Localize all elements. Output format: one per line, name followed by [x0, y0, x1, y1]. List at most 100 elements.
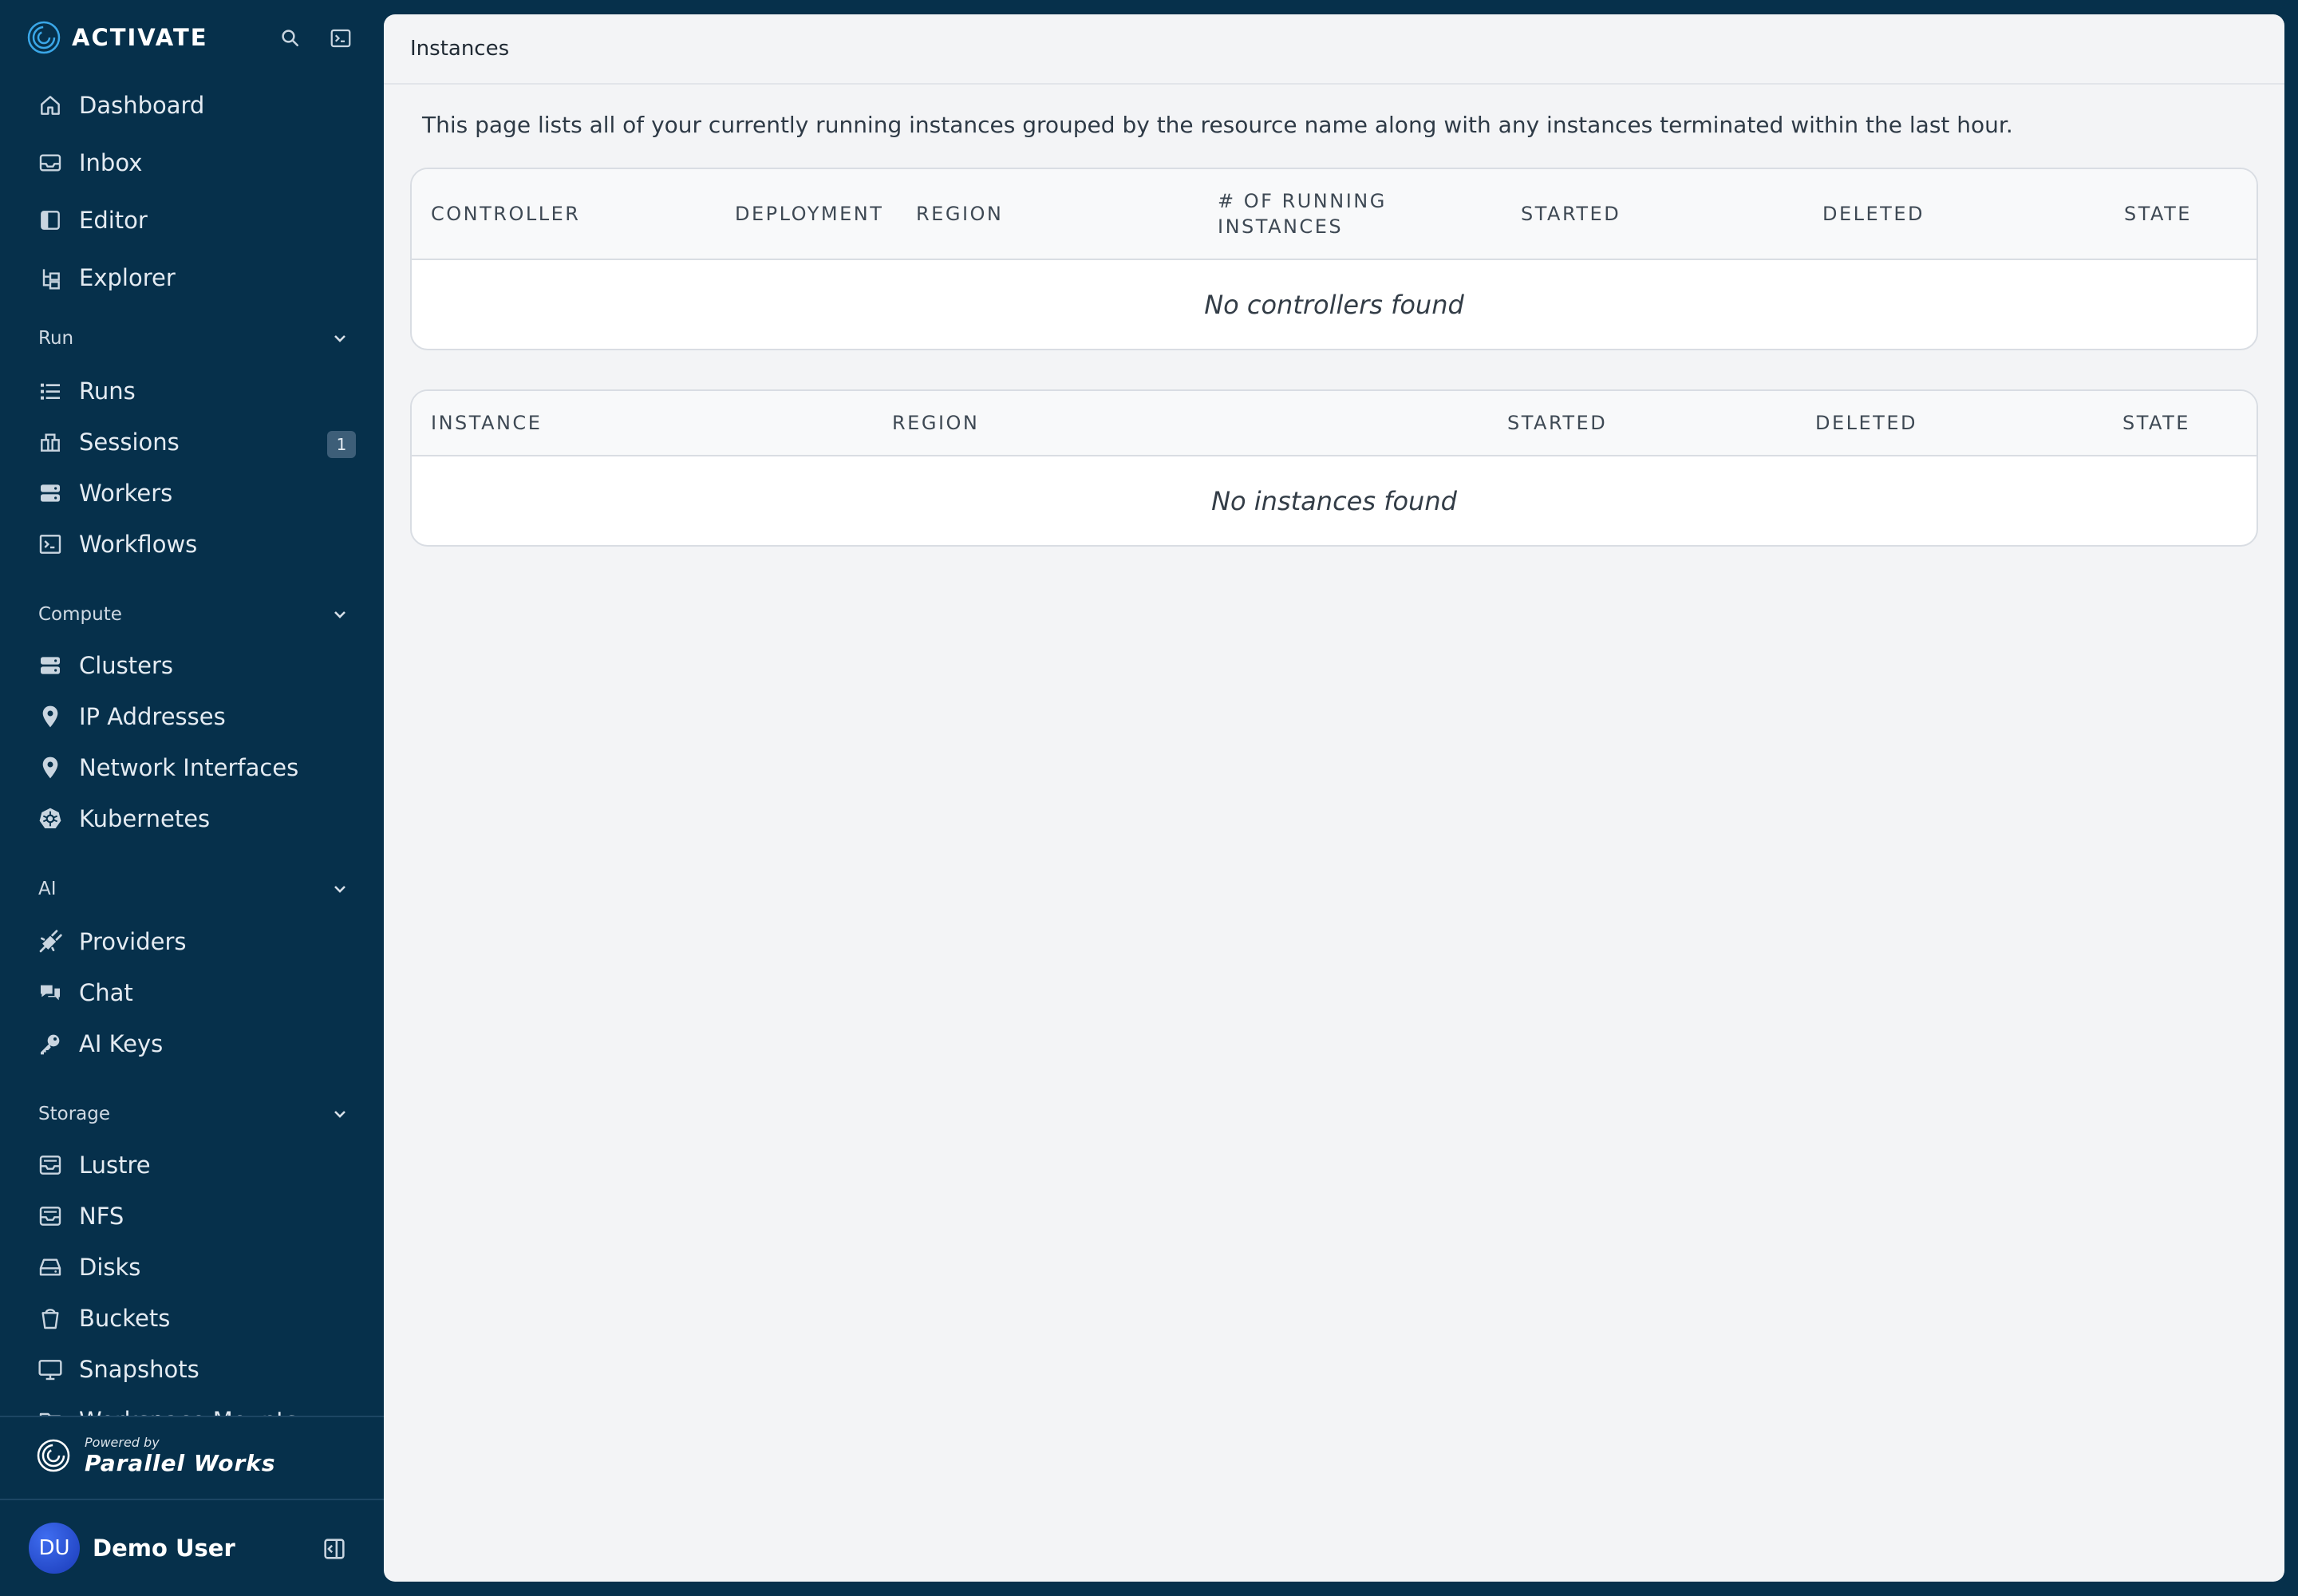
- terminal-icon: [37, 531, 64, 558]
- sidebar-divider: [0, 1416, 384, 1417]
- section-label: Storage: [38, 1104, 110, 1124]
- nav-item-explorer[interactable]: Explorer: [37, 255, 356, 300]
- column-header-region[interactable]: REGION: [892, 410, 979, 436]
- column-header-state[interactable]: STATE: [2124, 201, 2192, 227]
- nav-item-snapshots[interactable]: Snapshots: [37, 1347, 356, 1392]
- search-icon[interactable]: [276, 24, 305, 53]
- nav-item-label: NFS: [79, 1203, 124, 1230]
- nav-item-providers[interactable]: Providers: [37, 919, 356, 964]
- powered-by-label: Powered by: [85, 1435, 160, 1450]
- page-header: Instances: [384, 14, 2284, 85]
- nav-item-label: AI Keys: [79, 1030, 164, 1057]
- section-label: Compute: [38, 604, 122, 625]
- nav-item-network-interfaces[interactable]: Network Interfaces: [37, 745, 356, 790]
- nav-item-label: Kubernetes: [79, 805, 211, 832]
- nav-item-inbox[interactable]: Inbox: [37, 140, 356, 185]
- column-header-deployment[interactable]: DEPLOYMENT: [735, 201, 883, 227]
- column-header-running-instances[interactable]: # OF RUNNING INSTANCES: [1218, 188, 1401, 239]
- section-label: AI: [38, 879, 57, 899]
- nav-item-runs[interactable]: Runs: [37, 369, 356, 413]
- activate-logo-icon: [27, 21, 61, 54]
- nav-item-label: Disks: [79, 1254, 141, 1281]
- nav-item-label: Workflows: [79, 531, 198, 558]
- table-header: CONTROLLER DEPLOYMENT REGION # OF RUNNIN…: [412, 169, 2257, 260]
- column-header-instance[interactable]: INSTANCE: [431, 410, 542, 436]
- main-content: Instances This page lists all of your cu…: [384, 14, 2284, 1582]
- nav-item-chat[interactable]: Chat: [37, 970, 356, 1015]
- nav-item-ip-addresses[interactable]: IP Addresses: [37, 694, 356, 739]
- brand[interactable]: ACTIVATE: [27, 21, 208, 54]
- column-header-started[interactable]: STARTED: [1507, 410, 1607, 436]
- nav-item-clusters[interactable]: Clusters: [37, 643, 356, 688]
- key-icon: [37, 1030, 64, 1057]
- sidebar: ACTIVATE Dashboard Inbox Editor Explorer…: [0, 0, 384, 1596]
- user-name: Demo User: [93, 1535, 235, 1562]
- section-run-toggle[interactable]: Run: [38, 322, 349, 354]
- controllers-table: CONTROLLER DEPLOYMENT REGION # OF RUNNIN…: [410, 168, 2258, 350]
- nav-item-editor[interactable]: Editor: [37, 198, 356, 243]
- nav-item-label: Chat: [79, 979, 133, 1006]
- plug-icon: [37, 928, 64, 955]
- archive-tray-icon: [37, 1152, 64, 1179]
- sidebar-divider: [0, 1499, 384, 1500]
- nav-item-dashboard[interactable]: Dashboard: [37, 83, 356, 128]
- nav-item-label: Lustre: [79, 1152, 151, 1179]
- section-compute-toggle[interactable]: Compute: [38, 598, 349, 630]
- nav-item-label: Dashboard: [79, 92, 205, 119]
- bucket-icon: [37, 1305, 64, 1332]
- nav-item-nfs[interactable]: NFS: [37, 1194, 356, 1238]
- nav-item-label: Buckets: [79, 1305, 171, 1332]
- kubernetes-icon: [37, 805, 64, 832]
- column-header-state[interactable]: STATE: [2122, 410, 2190, 436]
- instances-table: INSTANCE REGION STARTED DELETED STATE No…: [410, 389, 2258, 547]
- nav-item-workspace-mounts[interactable]: Workspace Mounts: [37, 1398, 356, 1416]
- brand-name: ACTIVATE: [72, 24, 208, 51]
- nav-item-label: IP Addresses: [79, 703, 226, 730]
- editor-icon: [37, 207, 64, 234]
- nav-item-label: Inbox: [79, 149, 143, 176]
- tree-icon: [37, 264, 64, 291]
- nav-item-workers[interactable]: Workers: [37, 471, 356, 516]
- nav-item-label: Network Interfaces: [79, 754, 299, 781]
- column-header-deleted[interactable]: DELETED: [1815, 410, 1917, 436]
- map-pin-icon: [37, 703, 64, 730]
- chevron-down-icon: [334, 1111, 345, 1118]
- nav-item-label: Workers: [79, 480, 173, 507]
- column-header-started[interactable]: STARTED: [1521, 201, 1621, 227]
- nav-item-ai-keys[interactable]: AI Keys: [37, 1021, 356, 1066]
- nav-item-kubernetes[interactable]: Kubernetes: [37, 796, 356, 841]
- nav-item-label: Providers: [79, 928, 187, 955]
- nav-item-buckets[interactable]: Buckets: [37, 1296, 356, 1341]
- column-header-deleted[interactable]: DELETED: [1822, 201, 1925, 227]
- section-storage-toggle[interactable]: Storage: [38, 1098, 349, 1130]
- nav-item-workflows[interactable]: Workflows: [37, 522, 356, 567]
- company-name: Parallel Works: [85, 1450, 276, 1476]
- chevron-down-icon: [334, 886, 345, 893]
- terminal-icon[interactable]: [326, 24, 355, 53]
- nav-item-label: Snapshots: [79, 1356, 199, 1383]
- chevron-down-icon: [334, 611, 345, 618]
- chevron-down-icon: [334, 335, 345, 342]
- server-icon: [37, 652, 64, 679]
- collapse-sidebar-icon[interactable]: [321, 1535, 348, 1562]
- nav-item-sessions[interactable]: Sessions 1: [37, 420, 356, 464]
- sessions-count-badge: 1: [327, 431, 356, 458]
- sessions-icon: [37, 429, 64, 456]
- avatar: DU: [29, 1523, 80, 1574]
- powered-by-parallel-works: Powered by Parallel Works: [37, 1435, 276, 1476]
- hard-drive-icon: [37, 1254, 64, 1281]
- column-header-region[interactable]: REGION: [916, 201, 1003, 227]
- page-title: Instances: [410, 37, 510, 61]
- list-icon: [37, 377, 64, 405]
- empty-state-message: No instances found: [1211, 485, 1457, 516]
- user-menu[interactable]: DU Demo User: [29, 1523, 235, 1574]
- parallel-works-logo-icon: [37, 1439, 70, 1472]
- nav-item-disks[interactable]: Disks: [37, 1245, 356, 1290]
- section-ai-toggle[interactable]: AI: [38, 873, 349, 905]
- column-header-controller[interactable]: CONTROLLER: [431, 201, 580, 227]
- nav-item-label: Runs: [79, 377, 136, 405]
- sidebar-nav: ACTIVATE Dashboard Inbox Editor Explorer…: [0, 0, 384, 1416]
- nav-item-lustre[interactable]: Lustre: [37, 1143, 356, 1187]
- empty-state-message: No controllers found: [1204, 289, 1464, 320]
- nav-item-label: Explorer: [79, 264, 176, 291]
